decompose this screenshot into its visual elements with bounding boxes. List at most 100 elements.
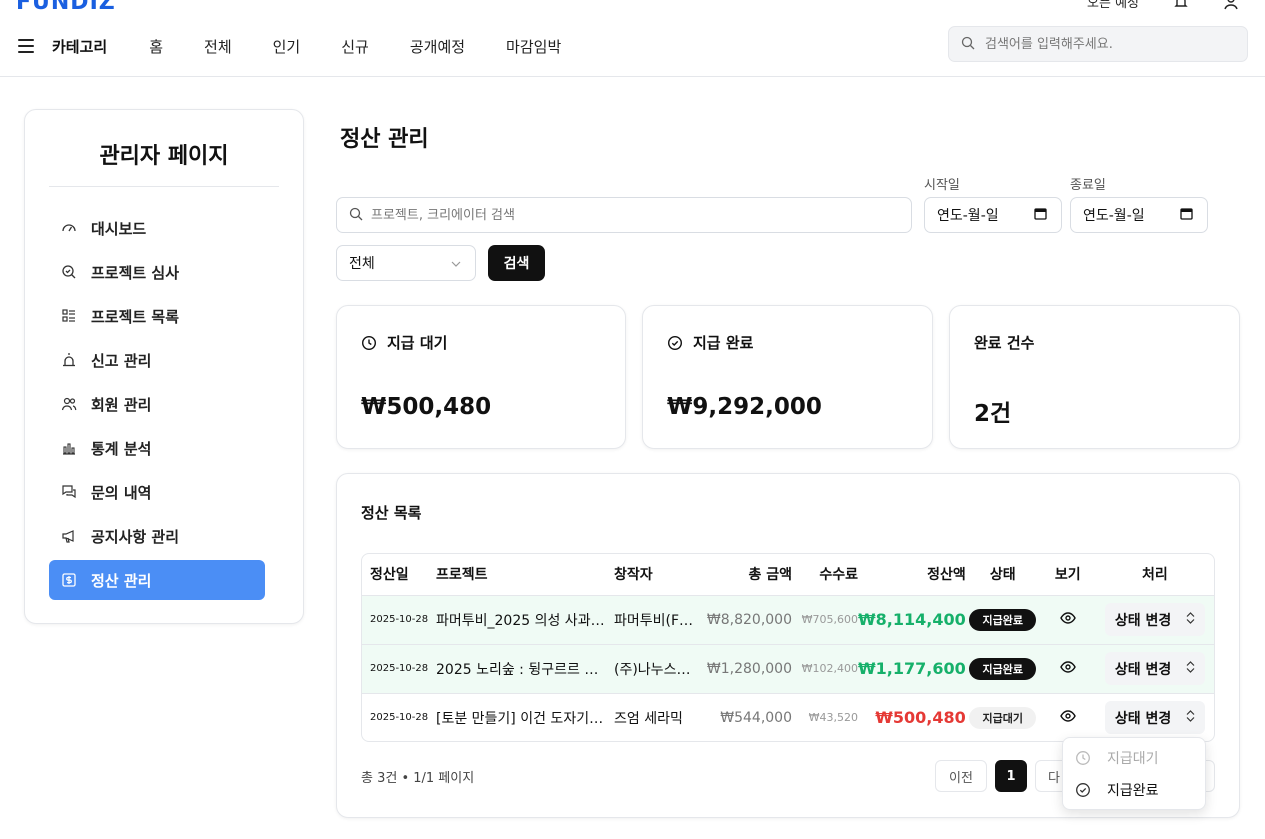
change-status-button[interactable]: 상태 변경 — [1104, 652, 1205, 685]
status-filter-select[interactable]: 전체 — [336, 245, 476, 281]
search-icon — [349, 206, 363, 225]
status-badge: 지급대기 — [969, 706, 1036, 729]
stat-value: ₩500,480 — [361, 394, 492, 420]
sidebar-item-settlement[interactable]: 정산 관리 — [49, 560, 265, 600]
settlement-table: 정산일 프로젝트 창작자 총 금액 수수료 정산액 상태 보기 처리 2025-… — [361, 553, 1215, 742]
clock-icon — [361, 335, 377, 351]
sidebar-menu: 대시보드 프로젝트 심사 프로젝트 목록 신고 관리 회원 관리 통계 분석 문… — [49, 208, 265, 604]
nav-popular[interactable]: 인기 — [273, 36, 301, 57]
cell-net: ₩8,114,400 — [858, 595, 966, 645]
sidebar-item-project-review[interactable]: 프로젝트 심사 — [49, 252, 265, 292]
col-header-view: 보기 — [1039, 554, 1096, 596]
nav-new[interactable]: 신규 — [341, 36, 369, 57]
sidebar-item-label: 정산 관리 — [91, 571, 152, 590]
dropdown-option-pending[interactable]: 지급대기 — [1063, 742, 1205, 774]
search-button[interactable]: 검색 — [488, 245, 545, 281]
status-badge: 지급완료 — [969, 657, 1036, 680]
cell-date: 2025-10-28 — [362, 644, 430, 694]
date-placeholder: 연도-월-일 — [937, 208, 999, 224]
start-date-label: 시작일 — [924, 178, 960, 193]
change-status-label: 상태 변경 — [1114, 612, 1172, 629]
col-header-action: 처리 — [1095, 554, 1214, 596]
stat-card-paid: 지급 완료 ₩9,292,000 — [642, 305, 933, 449]
sidebar-item-reports[interactable]: 신고 관리 — [49, 340, 265, 380]
prev-page-button[interactable]: 이전 — [935, 760, 987, 792]
cell-date: 2025-10-28 — [362, 595, 430, 645]
stat-label: 지급 완료 — [693, 334, 754, 352]
table-row: 2025-10-28 [토분 만들기] 이건 도자기… 즈엄 세라믹 ₩544,… — [362, 693, 1214, 741]
check-circle-icon — [1075, 782, 1091, 798]
stat-card-count: 완료 건수 2건 — [949, 305, 1240, 449]
cell-total: ₩544,000 — [720, 709, 792, 726]
list-title: 정산 목록 — [361, 504, 422, 522]
table-row: 2025-10-28 2025 노리숲 : 뒹구르르 땅땅 (주)나누스… ₩1… — [362, 644, 1214, 694]
cell-project[interactable]: 파머투비_2025 의성 사과… — [430, 595, 610, 645]
global-search-input[interactable] — [985, 36, 1235, 52]
cell-total: ₩8,820,000 — [706, 595, 792, 645]
user-icon[interactable] — [1223, 0, 1239, 10]
sidebar-item-members[interactable]: 회원 관리 — [49, 384, 265, 424]
change-status-label: 상태 변경 — [1114, 661, 1172, 678]
stat-value: ₩9,292,000 — [667, 394, 822, 420]
calendar-icon[interactable] — [1180, 207, 1193, 224]
nav-upcoming[interactable]: 공개예정 — [410, 36, 465, 57]
menu-row: 카테고리 홈 전체 인기 신규 공개예정 마감임박 — [18, 32, 561, 60]
cell-creator: 파머투비(F… — [610, 595, 706, 645]
category-menu[interactable]: 카테고리 — [52, 36, 107, 57]
nav-closing-soon[interactable]: 마감임박 — [506, 36, 561, 57]
sidebar-item-dashboard[interactable]: 대시보드 — [49, 208, 265, 248]
status-filter-value: 전체 — [349, 256, 375, 272]
sidebar-item-label: 문의 내역 — [91, 483, 152, 502]
admin-sidebar: 관리자 페이지 대시보드 프로젝트 심사 프로젝트 목록 신고 관리 회원 관리… — [24, 109, 304, 624]
eye-icon[interactable] — [1059, 611, 1076, 628]
cell-project[interactable]: 2025 노리숲 : 뒹구르르 땅땅 — [430, 644, 610, 694]
users-icon — [61, 396, 77, 412]
filter-search-input[interactable] — [371, 207, 891, 223]
hamburger-icon[interactable] — [18, 39, 34, 53]
stat-label: 지급 대기 — [387, 334, 448, 352]
sidebar-item-label: 프로젝트 심사 — [91, 263, 180, 282]
sidebar-divider — [49, 186, 279, 187]
col-header-status: 상태 — [965, 554, 1040, 596]
cell-creator: 즈엄 세라믹 — [614, 710, 683, 727]
main-content: 정산 관리 시작일 연도-월-일 종료일 연도-월-일 전체 검색 지급 대기 … — [336, 109, 1240, 818]
sidebar-item-inquiries[interactable]: 문의 내역 — [49, 472, 265, 512]
messages-icon — [61, 484, 77, 500]
dropdown-option-label: 지급완료 — [1107, 783, 1159, 799]
sidebar-item-label: 공지사항 관리 — [91, 527, 180, 546]
bell-icon[interactable] — [1173, 0, 1189, 10]
dropdown-option-paid[interactable]: 지급완료 — [1063, 774, 1205, 806]
top-navigation: FUNDIZ 오픈 예정 카테고리 홈 전체 인기 신규 공개예정 마감임박 — [0, 0, 1265, 77]
global-search — [948, 26, 1248, 62]
top-link-upcoming[interactable]: 오픈 예정 — [1087, 0, 1139, 11]
sidebar-item-label: 대시보드 — [91, 219, 147, 238]
eye-icon[interactable] — [1059, 710, 1076, 726]
chevron-up-down-icon — [1186, 660, 1195, 677]
change-status-button[interactable]: 상태 변경 — [1104, 603, 1205, 636]
sidebar-item-statistics[interactable]: 통계 분석 — [49, 428, 265, 468]
page-1-button[interactable]: 1 — [995, 760, 1027, 792]
calendar-icon[interactable] — [1034, 207, 1047, 224]
start-date-input[interactable]: 연도-월-일 — [924, 197, 1062, 233]
col-header-creator: 창작자 — [610, 554, 706, 596]
sidebar-item-project-list[interactable]: 프로젝트 목록 — [49, 296, 265, 336]
nav-all[interactable]: 전체 — [204, 36, 232, 57]
change-status-label: 상태 변경 — [1114, 710, 1172, 727]
logo[interactable]: FUNDIZ — [16, 0, 116, 15]
main-nav: 홈 전체 인기 신규 공개예정 마감임박 — [149, 36, 561, 57]
page-title: 정산 관리 — [340, 127, 429, 152]
change-status-button[interactable]: 상태 변경 — [1104, 701, 1205, 735]
eye-icon[interactable] — [1059, 660, 1076, 677]
end-date-input[interactable]: 연도-월-일 — [1070, 197, 1208, 233]
nav-home[interactable]: 홈 — [149, 36, 163, 57]
chevron-down-icon — [451, 255, 461, 271]
sidebar-item-label: 회원 관리 — [91, 395, 152, 414]
cell-project[interactable]: [토분 만들기] 이건 도자기… — [430, 693, 610, 741]
sidebar-item-notices[interactable]: 공지사항 관리 — [49, 516, 265, 556]
col-header-fee: 수수료 — [792, 554, 858, 596]
megaphone-icon — [61, 528, 77, 544]
col-header-net: 정산액 — [858, 554, 966, 596]
check-circle-icon — [667, 335, 683, 351]
stat-card-pending: 지급 대기 ₩500,480 — [336, 305, 626, 449]
cell-fee: ₩705,600 — [792, 595, 858, 645]
